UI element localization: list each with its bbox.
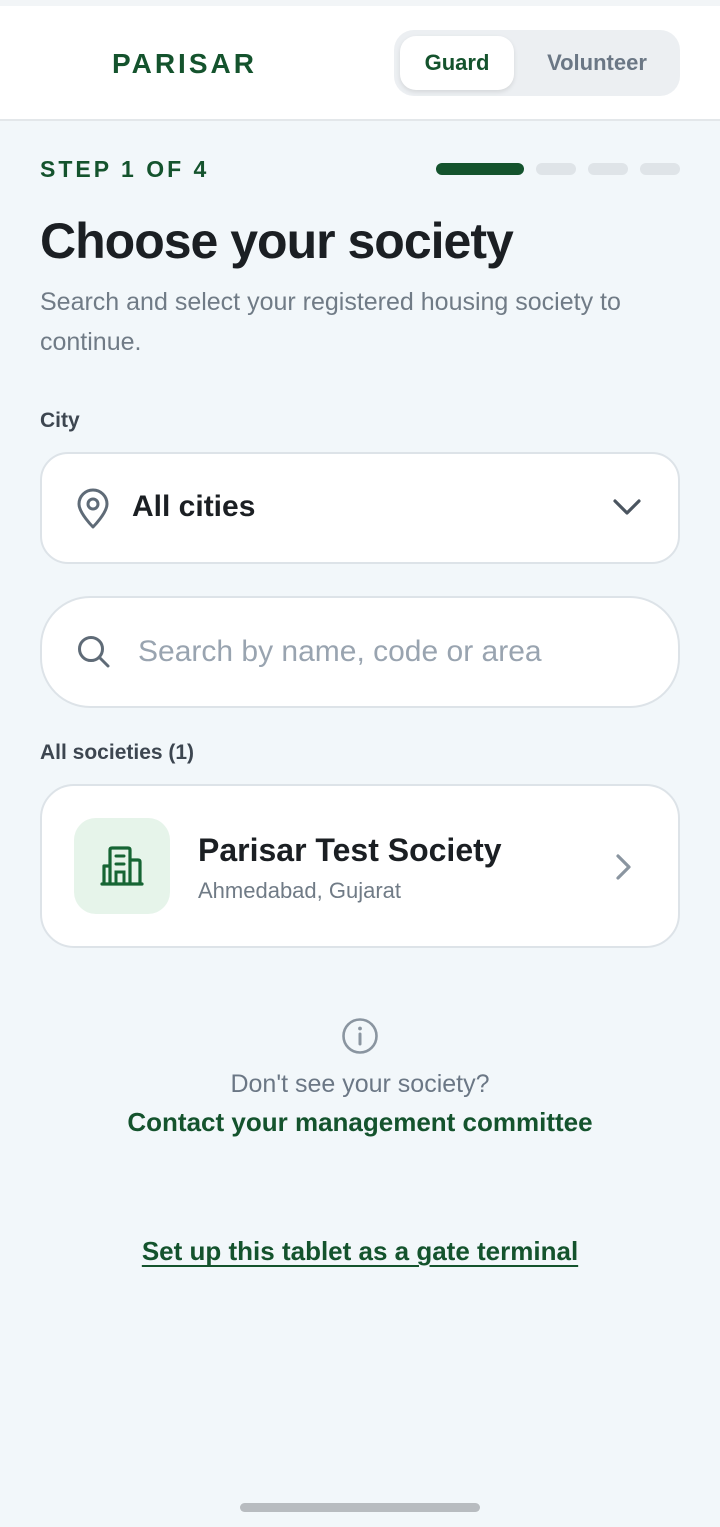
society-name: Parisar Test Society [198,832,502,868]
society-selection-screen: PARISAR Guard Volunteer STEP 1 OF 4 Choo… [0,0,720,1527]
map-pin-icon [77,488,109,529]
step-indicator-label: STEP 1 OF 4 [40,156,210,182]
app-header: PARISAR Guard Volunteer [0,6,720,121]
contact-committee-link[interactable]: Contact your management committee [0,1107,720,1138]
role-volunteer-tab[interactable]: Volunteer [520,36,674,90]
search-input[interactable] [138,624,658,680]
chevron-down-icon [613,499,641,515]
info-icon [342,1018,378,1054]
city-dropdown[interactable]: All cities [40,452,680,564]
society-icon-tile [74,818,170,914]
city-selected-value: All cities [132,490,256,523]
step-progress [436,163,680,175]
gate-terminal-setup-link[interactable]: Set up this tablet as a gate terminal [0,1236,720,1267]
role-toggle: Guard Volunteer [394,30,680,96]
progress-segment-1 [436,163,524,175]
chevron-right-icon [616,854,631,880]
page-title: Choose your society [40,213,514,269]
home-indicator[interactable] [240,1503,480,1512]
page-subtitle: Search and select your registered housin… [40,288,621,356]
society-list-item[interactable]: Parisar Test Society Ahmedabad, Gujarat [40,784,680,948]
society-location: Ahmedabad, Gujarat [198,878,402,903]
progress-segment-2 [536,163,576,175]
search-icon [78,636,110,668]
brand-logo: PARISAR [112,48,257,79]
societies-list-label: All societies (1) [40,741,195,764]
progress-segment-4 [640,163,680,175]
missing-society-text: Don't see your society? [230,1070,490,1098]
building-icon [100,846,144,886]
progress-segment-3 [588,163,628,175]
role-guard-tab[interactable]: Guard [400,36,514,90]
city-label: City [40,409,80,432]
society-search-box[interactable] [40,596,680,708]
